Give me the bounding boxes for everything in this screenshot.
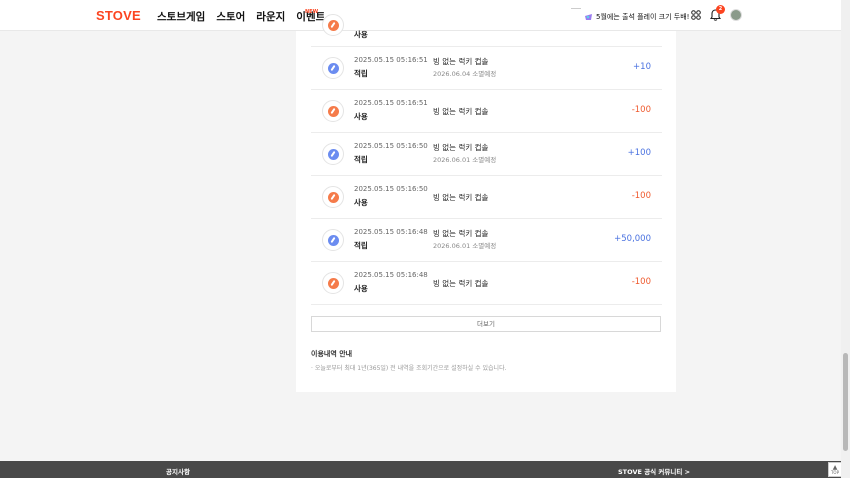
list-item: 2025.05.15 05:16:48 사용 빙 없는 럭키 컵솔 -100 bbox=[311, 262, 662, 305]
page-scrollbar[interactable] bbox=[841, 0, 850, 478]
list-item: 2025.05.15 05:16:48 적립 빙 없는 럭키 컵솔 2026.0… bbox=[311, 219, 662, 262]
notice-title: 이용내역 안내 bbox=[311, 350, 353, 358]
earn-coin-icon bbox=[322, 57, 344, 79]
use-coin-icon bbox=[322, 14, 344, 36]
footer-community-link[interactable]: STOVE 공식 커뮤니티 > bbox=[618, 466, 690, 476]
avatar[interactable] bbox=[730, 9, 742, 21]
row-amount: -100 bbox=[631, 277, 651, 287]
use-coin-icon bbox=[322, 100, 344, 122]
use-coin-icon bbox=[322, 272, 344, 294]
row-type: 사용 bbox=[354, 198, 368, 207]
row-amount: +10 bbox=[633, 62, 651, 72]
row-type: 적립 bbox=[354, 69, 368, 78]
row-type: 사용 bbox=[354, 112, 368, 121]
row-date: 2025.05.15 05:16:50 bbox=[354, 142, 428, 150]
footer: 공지사항 STOVE 공식 커뮤니티 > bbox=[0, 461, 850, 478]
row-amount: +100 bbox=[627, 148, 651, 158]
list-item: 2025.05.15 05:16:51 적립 빙 없는 럭키 컵솔 2026.0… bbox=[311, 47, 662, 90]
list-item: 2025.05.15 05:16:50 사용 빙 없는 럭키 컵솔 -100 bbox=[311, 176, 662, 219]
scrollbar-thumb[interactable] bbox=[843, 353, 848, 451]
row-expiry: 2026.06.04 소멸예정 bbox=[433, 70, 497, 78]
row-date: 2025.05.15 05:16:50 bbox=[354, 185, 428, 193]
row-date: 2025.05.15 05:16:51 bbox=[354, 56, 428, 64]
row-expiry: 2026.06.01 소멸예정 bbox=[433, 242, 497, 250]
row-title: 빙 없는 럭키 컵솔 bbox=[433, 279, 489, 288]
row-amount: -100 bbox=[631, 105, 651, 115]
row-type: 사용 bbox=[354, 284, 368, 293]
list-item: 2025.05.15 05:16:51 사용 빙 없는 럭키 컵솔 -100 bbox=[311, 90, 662, 133]
stove-logo[interactable]: STOVE bbox=[96, 8, 141, 23]
nav-lounge[interactable]: 라운지 bbox=[256, 9, 285, 24]
use-coin-icon bbox=[322, 186, 344, 208]
list-item-partial: 사용 bbox=[311, 4, 662, 47]
row-title: 빙 없는 럭키 컵솔 bbox=[433, 143, 489, 152]
row-type: 적립 bbox=[354, 155, 368, 164]
row-expiry: 2026.06.01 소멸예정 bbox=[433, 156, 497, 164]
row-title: 빙 없는 럭키 컵솔 bbox=[433, 229, 489, 238]
row-title: 빙 없는 럭키 컵솔 bbox=[433, 107, 489, 116]
row-amount: +50,000 bbox=[614, 234, 651, 244]
row-type: 사용 bbox=[354, 30, 368, 39]
row-amount: -100 bbox=[631, 191, 651, 201]
earn-coin-icon bbox=[322, 229, 344, 251]
row-date: 2025.05.15 05:16:48 bbox=[354, 271, 428, 279]
history-panel: 사용 2025.05.15 05:16:51 적립 빙 없는 럭키 컵솔 202… bbox=[296, 14, 676, 392]
scroll-top-button[interactable]: ▲ TOP bbox=[828, 462, 842, 477]
notice-item: · 오늘로부터 최대 1년(365일) 전 내역을 조회기간으로 설정하실 수 … bbox=[311, 365, 507, 372]
notification-badge: 2 bbox=[716, 5, 725, 14]
row-date: 2025.05.15 05:16:51 bbox=[354, 99, 428, 107]
earn-coin-icon bbox=[322, 143, 344, 165]
row-date: 2025.05.15 05:16:48 bbox=[354, 228, 428, 236]
list-item: 2025.05.15 05:16:50 적립 빙 없는 럭키 컵솔 2026.0… bbox=[311, 133, 662, 176]
nav-stove-games[interactable]: 스토브게임 bbox=[157, 9, 205, 24]
row-title: 빙 없는 럭키 컵솔 bbox=[433, 57, 489, 66]
footer-notice-link[interactable]: 공지사항 bbox=[166, 466, 190, 476]
main-nav: 스토브게임 스토어 라운지 이벤트 bbox=[157, 9, 325, 24]
app-grid-icon[interactable] bbox=[691, 10, 701, 20]
load-more-button[interactable]: 더보기 bbox=[311, 316, 661, 332]
row-title: 빙 없는 럭키 컵솔 bbox=[433, 193, 489, 202]
top-label: TOP bbox=[830, 470, 839, 475]
row-type: 적립 bbox=[354, 241, 368, 250]
notice-text: 오늘로부터 최대 1년(365일) 전 내역을 조회기간으로 설정하실 수 있습… bbox=[314, 365, 507, 372]
nav-store[interactable]: 스토어 bbox=[216, 9, 245, 24]
